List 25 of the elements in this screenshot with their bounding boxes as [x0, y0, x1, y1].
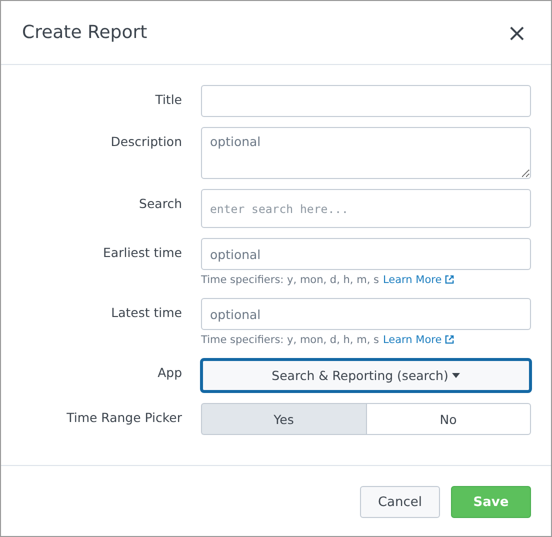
field-label: App [156, 364, 182, 382]
external-link-icon [444, 335, 454, 344]
toggle-option[interactable]: No [366, 403, 531, 435]
field-label: Earliest time [102, 244, 182, 262]
external-link-icon [444, 275, 454, 284]
help-text: Time specifiers: y, mon, d, h, m, s [201, 274, 379, 286]
caret-icon [452, 373, 460, 378]
text-field[interactable]: optional [201, 238, 531, 270]
search-field[interactable]: enter search here... [201, 189, 531, 228]
field-label: Time Range Picker [66, 409, 182, 427]
learn-more-link[interactable]: Learn More [382, 334, 454, 346]
dialog-title: Create Report [22, 22, 148, 43]
help-text: Time specifiers: y, mon, d, h, m, s [201, 334, 379, 346]
toggle-option[interactable]: Yes [201, 403, 366, 435]
learn-more-link[interactable]: Learn More [382, 274, 454, 286]
cancel-button[interactable]: Cancel [360, 486, 440, 518]
close-button[interactable]: × [502, 20, 531, 44]
field-label: Latest time [110, 304, 182, 322]
text-field[interactable] [201, 85, 531, 117]
field-label: Title [154, 91, 182, 109]
text-field[interactable]: optional [201, 298, 531, 330]
description-field[interactable]: optional [201, 127, 531, 179]
field-label: Description [110, 133, 182, 151]
field-label: Search [138, 195, 182, 213]
app-dropdown[interactable]: Search & Reporting (search) [200, 358, 532, 393]
